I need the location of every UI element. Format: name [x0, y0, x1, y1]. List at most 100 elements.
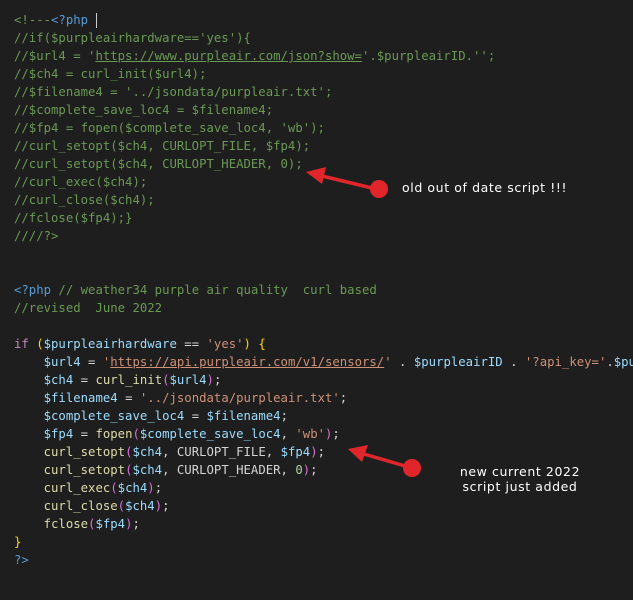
code-token: . — [391, 355, 414, 369]
code-token: $url4 — [169, 373, 207, 387]
code-token: ; — [132, 517, 140, 531]
new-script-annotation-line1: new current 2022 — [459, 464, 581, 479]
new-script-annotation-line2: script just added — [462, 479, 578, 494]
code-line[interactable]: curl_close($ch4); — [14, 497, 170, 515]
code-line[interactable]: curl_setopt($ch4, CURLOPT_HEADER, 0); — [14, 461, 318, 479]
code-token: ; — [310, 463, 318, 477]
code-token: 'yes' — [206, 337, 244, 351]
code-line[interactable]: //$filename4 = '../jsondata/purpleair.tx… — [14, 83, 332, 101]
code-token: = — [117, 391, 140, 405]
code-token: ( — [110, 481, 118, 495]
code-token: ( — [36, 337, 44, 351]
code-line[interactable]: //$ch4 = curl_init($url4); — [14, 65, 207, 83]
code-token: 'wb' — [295, 427, 326, 441]
code-line[interactable]: curl_exec($ch4); — [14, 479, 162, 497]
code-token: curl_setopt — [43, 463, 126, 477]
code-token: $complete_save_loc4 — [43, 409, 185, 423]
code-token: . — [606, 355, 614, 369]
code-token: $ch4 — [125, 499, 155, 513]
code-token: $purpleairID — [413, 355, 503, 369]
code-token: curl_setopt — [43, 445, 126, 459]
code-line[interactable]: if ($purpleairhardware == 'yes') { — [14, 335, 266, 353]
code-token: ) — [147, 481, 155, 495]
code-token: $complete_save_loc4 — [139, 427, 281, 441]
code-token: ( — [162, 373, 170, 387]
code-token: //revised June 2022 — [14, 301, 163, 315]
code-token: curl_close — [43, 499, 118, 513]
code-token: ; — [213, 373, 222, 387]
code-token: , CURLOPT_FILE, — [162, 445, 281, 459]
code-token: ) — [243, 337, 251, 351]
code-token: = — [73, 427, 96, 441]
code-token: $purp — [613, 355, 633, 369]
code-line[interactable]: } — [14, 533, 21, 551]
code-line[interactable]: <!---<?php — [14, 11, 98, 29]
code-line[interactable]: $complete_save_loc4 = $filename4; — [14, 407, 288, 425]
code-line[interactable]: $url4 = 'https://api.purpleair.com/v1/se… — [14, 353, 633, 371]
code-line[interactable]: //curl_setopt($ch4, CURLOPT_FILE, $fp4); — [14, 137, 310, 155]
code-token: $ch4 — [132, 463, 163, 477]
code-token: ( — [132, 427, 140, 441]
old-script-annotation: old out of date script !!! — [402, 180, 568, 195]
code-token: fclose — [43, 517, 89, 531]
code-token: https://www.purpleair.com/json?show= — [95, 49, 362, 63]
code-token: $ch4 — [132, 445, 163, 459]
code-token: $fp4 — [95, 517, 126, 531]
code-line[interactable]: //fclose($fp4);} — [14, 209, 132, 227]
code-token: , CURLOPT_HEADER, — [162, 463, 296, 477]
code-token: = — [80, 355, 103, 369]
code-token: //curl_exec($ch4); — [14, 175, 148, 189]
code-line[interactable]: //$complete_save_loc4 = $filename4; — [14, 101, 273, 119]
code-token: curl_init — [95, 373, 163, 387]
code-line[interactable]: $fp4 = fopen($complete_save_loc4, 'wb'); — [14, 425, 340, 443]
code-line[interactable]: <?php // weather34 purple air quality cu… — [14, 281, 377, 299]
code-line[interactable]: $filename4 = '../jsondata/purpleair.txt'… — [14, 389, 348, 407]
code-token: '?api_key=' — [524, 355, 607, 369]
code-token: $ch4 — [117, 481, 148, 495]
code-line[interactable]: curl_setopt($ch4, CURLOPT_FILE, $fp4); — [14, 443, 325, 461]
code-line[interactable]: //curl_close($ch4); — [14, 191, 155, 209]
code-line[interactable]: //$url4 = 'https://www.purpleair.com/jso… — [14, 47, 495, 65]
code-line[interactable]: $ch4 = curl_init($url4); — [14, 371, 222, 389]
code-token: //$url4 = ' — [14, 49, 96, 63]
code-token: . — [502, 355, 525, 369]
code-line[interactable]: //curl_setopt($ch4, CURLOPT_HEADER, 0); — [14, 155, 303, 173]
code-token: ; — [332, 427, 340, 441]
code-editor[interactable]: <!---<?php //if($purpleairhardware=='yes… — [0, 0, 633, 600]
code-line[interactable]: ////?> — [14, 227, 58, 245]
code-token: <?php — [51, 13, 89, 27]
code-token: //fclose($fp4);} — [14, 211, 133, 225]
code-token: ////?> — [14, 229, 59, 243]
code-token: $fp4 — [43, 427, 74, 441]
code-token: { — [258, 337, 266, 351]
code-line[interactable]: fclose($fp4); — [14, 515, 140, 533]
code-token: ' — [384, 355, 392, 369]
code-token: ; — [280, 409, 288, 423]
code-token: ; — [154, 481, 163, 495]
code-token: ) — [206, 373, 214, 387]
code-line[interactable]: //$fp4 = fopen($complete_save_loc4, 'wb'… — [14, 119, 325, 137]
code-token: $purpleairhardware — [43, 337, 177, 351]
code-token: 0 — [295, 463, 303, 477]
code-token: = — [184, 409, 207, 423]
code-token: //curl_setopt($ch4, CURLOPT_FILE, $fp4); — [14, 139, 311, 153]
code-token: ) — [310, 445, 318, 459]
code-token: , — [280, 427, 296, 441]
code-token: '.$purpleairID.''; — [361, 49, 496, 63]
code-token: fopen — [95, 427, 133, 441]
code-line[interactable]: //curl_exec($ch4); — [14, 173, 147, 191]
code-token: = — [73, 373, 96, 387]
code-token: //curl_setopt($ch4, CURLOPT_HEADER, 0); — [14, 157, 303, 171]
code-token: $fp4 — [280, 445, 311, 459]
code-line[interactable]: //if($purpleairhardware=='yes'){ — [14, 29, 251, 47]
code-line[interactable]: //revised June 2022 — [14, 299, 162, 317]
code-line[interactable]: ?> — [14, 551, 29, 569]
code-token: ) — [154, 499, 163, 513]
